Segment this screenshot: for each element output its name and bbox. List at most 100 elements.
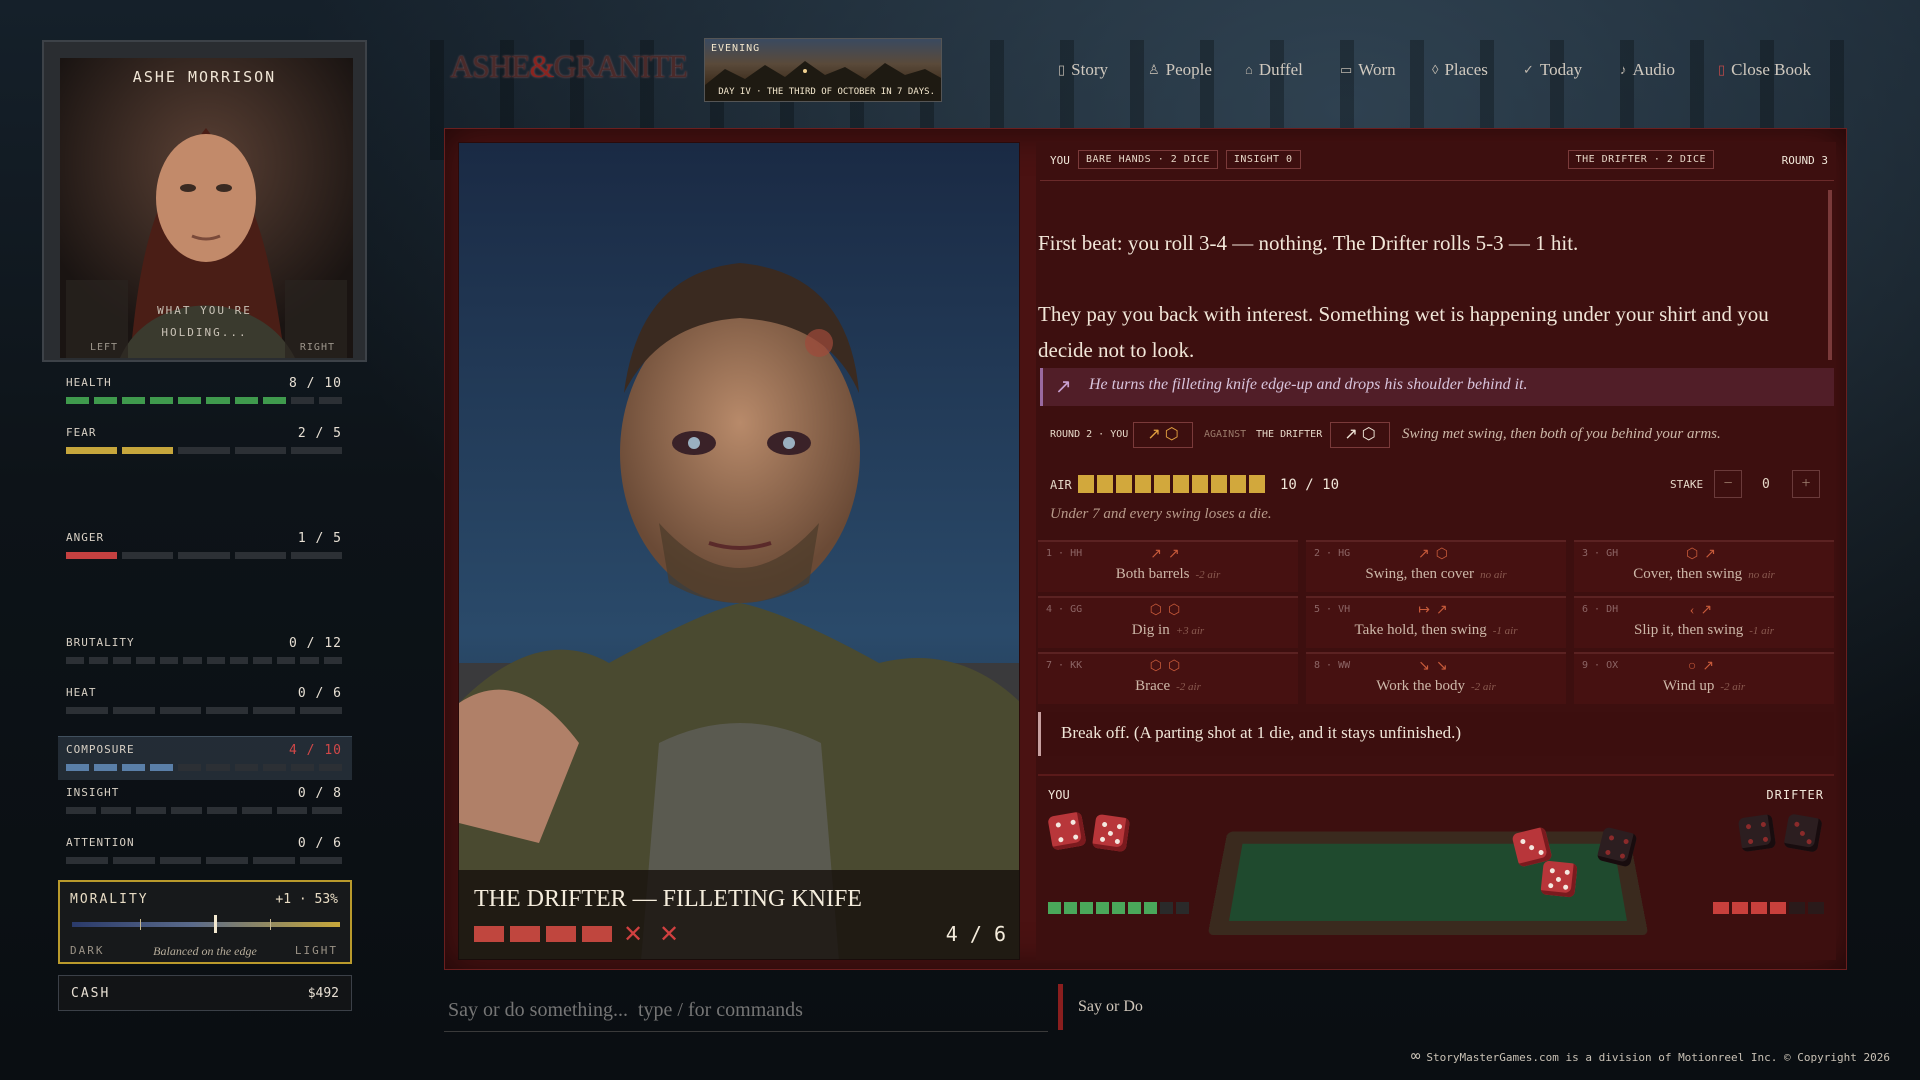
stat-bar-segment [206,397,230,404]
nav-audio[interactable]: ♪ Audio [1620,60,1675,80]
air-label: AIR [1050,478,1072,492]
move-cost: no air [1480,569,1507,581]
tray-die-2 [1540,860,1578,898]
air-segment [1176,902,1189,914]
move-label-row: Swing, then cover no air [1306,566,1566,583]
history-your-moves: ↗ ⬡ [1133,422,1193,448]
air-segment [1789,902,1805,914]
stat-label: ATTENTION [66,836,135,849]
history-against: AGAINST [1204,429,1247,440]
command-input[interactable] [444,990,1048,1032]
cash-value: $492 [307,986,339,1001]
portrait-card: ASHE MORRISON WHAT YOU'RE HOLDING... LEF… [42,40,367,362]
move-option[interactable]: 4 · GG ⬡⬡ Dig in +3 air [1038,596,1298,648]
stat-bar-segment [112,857,155,864]
left-hand-slot[interactable]: LEFT [90,342,118,353]
move-label: Brace [1135,678,1171,694]
stat-value: 4 / 10 [289,743,342,758]
stat-bar-segment [122,397,146,404]
stat-label: COMPOSURE [66,743,135,756]
move-label: Cover, then swing [1633,566,1743,582]
nav-label: Audio [1632,60,1676,79]
move-option[interactable]: 3 · GH ⬡↗ Cover, then swing no air [1574,540,1834,592]
nav-duffel[interactable]: ⌂ Duffel [1245,60,1303,80]
drifter-die-1 [1737,813,1777,853]
stat-value: 2 / 5 [297,426,342,441]
morality-value: +1 · 53% [275,892,338,907]
player-tag: BARE HANDS · 2 DICE [1078,150,1218,169]
move-option[interactable]: 2 · HG ↗⬡ Swing, then cover no air [1306,540,1566,592]
move-icons: ⬡⬡ [1149,603,1187,618]
stat-bar-segment [66,764,90,771]
enemy-caption: THE DRIFTER — FILLETING KNIFE ✕ ✕ 4 / 6 [458,870,1020,960]
mode-selector[interactable]: Say or Do [1078,998,1143,1016]
time-of-day: EVENING [711,43,761,54]
stat-bar-segment [241,807,272,814]
move-option[interactable]: 9 · OX ○↗ Wind up -2 air [1574,652,1834,704]
move-option[interactable]: 8 · WW ↘↘ Work the body -2 air [1306,652,1566,704]
you-dice-label: YOU [1048,788,1070,802]
nav-people[interactable]: ♙ People [1148,60,1212,80]
stat-bar [66,764,342,771]
move-icons: ↗↗ [1150,547,1186,562]
enemy-health-pip [582,926,612,942]
nav-worn[interactable]: ▭ Worn [1340,60,1396,80]
move-option[interactable]: 5 · VH ↦↗ Take hold, then swing -1 air [1306,596,1566,648]
stat-bar-segment [150,397,174,404]
stat-bar-segment [66,807,97,814]
air-segment [1144,902,1157,914]
morality-light-label: LIGHT [294,944,338,957]
character-sidebar: ASHE MORRISON WHAT YOU'RE HOLDING... LEF… [42,40,367,1015]
enemy-health-pip [510,926,540,942]
cash-panel: CASH $492 [58,975,352,1011]
cash-label: CASH [71,986,111,1001]
stat-insight: INSIGHT 0 / 8 [42,786,352,822]
morality-tick-left [140,919,141,930]
move-icons: ↦↗ [1418,603,1454,618]
air-segment [1096,902,1109,914]
nav-story[interactable]: ▯ Story [1058,60,1108,80]
stat-bar-segment [122,764,146,771]
break-off-button[interactable]: Break off. (A parting shot at 1 die, and… [1038,712,1834,756]
move-option[interactable]: 7 · KK ⬡⬡ Brace -2 air [1038,652,1298,704]
logo-word-2: GRANITE [553,48,687,84]
stat-value: 0 / 8 [297,786,342,801]
move-option[interactable]: 1 · HH ↗↗ Both barrels -2 air [1038,540,1298,592]
stat-label: HEALTH [66,376,112,389]
stat-bar-segment [150,764,174,771]
stat-bar-segment [122,447,174,454]
history-round: ROUND 2 · YOU [1050,429,1129,440]
move-label-row: Both barrels -2 air [1038,566,1298,583]
move-option[interactable]: 6 · DH ‹↗ Slip it, then swing -1 air [1574,596,1834,648]
stat-bar-segment [66,552,118,559]
move-label: Both barrels [1115,566,1190,582]
time-of-day-banner: EVENING DAY IV · THE THIRD OF OCTOBER IN… [704,38,942,102]
right-hand-slot[interactable]: RIGHT [300,342,335,353]
stat-bar-segment [253,657,272,664]
opponent-tag: THE DRIFTER · 2 DICE [1567,150,1714,169]
move-cost: -1 air [1492,625,1518,637]
stake-plus-button[interactable]: + [1792,470,1820,498]
move-cost: -1 air [1749,625,1774,637]
move-label: Work the body [1376,678,1466,694]
nav-places[interactable]: ◊ Places [1432,60,1488,80]
air-segment [1064,902,1077,914]
stat-bar-segment [178,764,202,771]
air-segment [1713,902,1729,914]
stake-label: STAKE [1670,478,1704,491]
nav-today[interactable]: ✓ Today [1523,60,1582,80]
morality-bar [72,922,340,927]
story-scrollbar[interactable] [1828,190,1832,360]
move-label-row: Work the body -2 air [1306,678,1566,695]
stat-bar-segment [234,397,258,404]
stake-minus-button[interactable]: − [1714,470,1742,498]
character-name: ASHE MORRISON [132,68,277,86]
stat-bar-segment [276,807,307,814]
header-divider [1040,180,1834,181]
air-segment [1732,902,1748,914]
air-value: 10 / 10 [1280,477,1340,493]
nav-close-book[interactable]: ▯ Close Book [1718,60,1811,80]
you-tag: YOU [1050,154,1070,167]
air-segment [1112,902,1125,914]
game-logo: ASHE&GRANITE [450,48,688,85]
